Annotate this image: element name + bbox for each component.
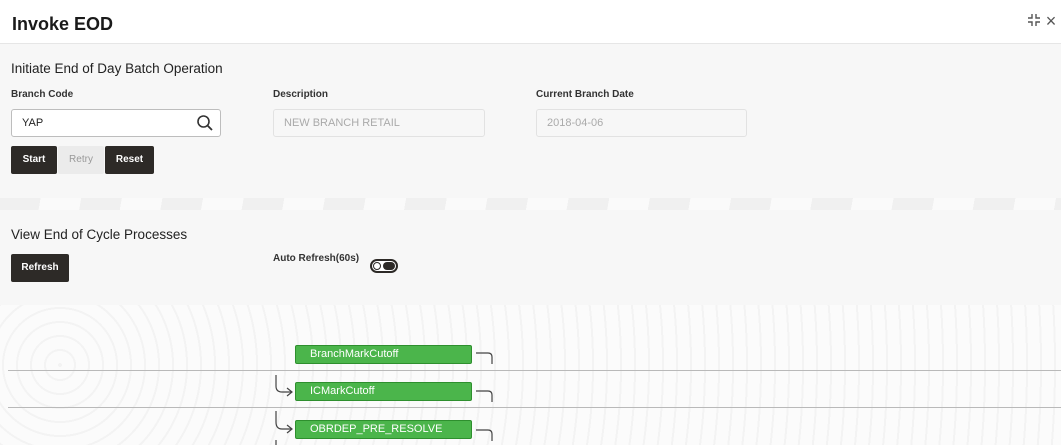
- flow-connectors: [275, 352, 493, 445]
- process-node-obrdep-pre-resolve[interactable]: OBRDEP_PRE_RESOLVE: [295, 420, 472, 439]
- process-node-branch-mark-cutoff[interactable]: BranchMarkCutoff: [295, 345, 472, 364]
- process-node-ic-mark-cutoff[interactable]: ICMarkCutoff: [295, 382, 472, 401]
